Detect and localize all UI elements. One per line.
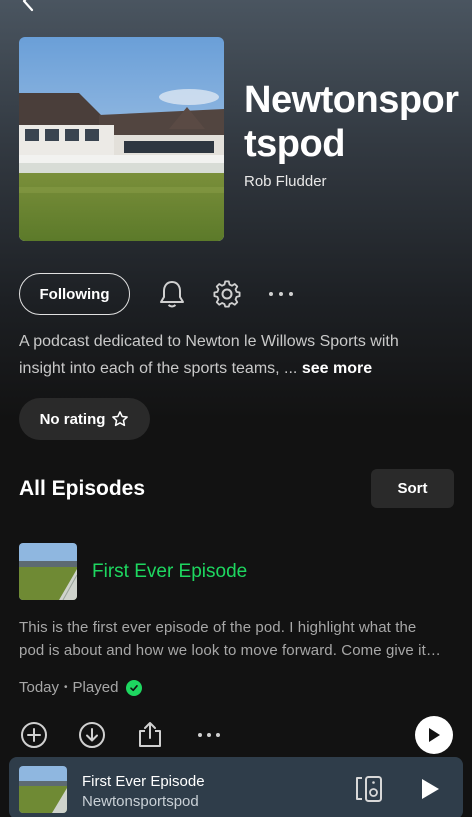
episode-description: This is the first ever episode of the po… (19, 619, 439, 659)
now-playing-title: First Ever Episode (82, 773, 205, 790)
back-button[interactable] (18, 0, 40, 12)
connect-device-button[interactable] (353, 773, 385, 805)
episode-more-button[interactable] (194, 725, 224, 745)
podcast-title: Newtonsportspod (244, 79, 459, 165)
see-more-link[interactable]: see more (302, 360, 372, 377)
bell-icon (160, 281, 184, 308)
play-icon (429, 728, 440, 742)
share-icon (139, 722, 161, 747)
episode-play-button[interactable] (415, 716, 453, 754)
episode-status: Played (72, 679, 119, 696)
following-button[interactable]: Following (19, 273, 130, 315)
notifications-button[interactable] (156, 278, 188, 310)
play-icon (422, 779, 439, 799)
meta-separator: • (64, 682, 68, 693)
episode-thumbnail[interactable] (19, 543, 77, 600)
now-playing-bar[interactable]: First Ever Episode Newtonsportspod (9, 757, 463, 817)
settings-button[interactable] (211, 278, 243, 310)
episode-meta: Today • Played (19, 679, 143, 696)
chevron-left-icon (22, 0, 34, 12)
episode-date: Today (19, 679, 60, 696)
now-playing-show: Newtonsportspod (82, 793, 199, 810)
plus-circle-icon (21, 722, 47, 748)
rating-label: No rating (39, 410, 106, 428)
download-icon (79, 722, 105, 748)
more-options-button[interactable] (266, 283, 296, 305)
add-to-playlist-button[interactable] (19, 720, 49, 750)
more-horizontal-icon (269, 292, 293, 296)
more-horizontal-icon (198, 733, 220, 737)
check-icon (126, 679, 143, 696)
podcast-author[interactable]: Rob Fludder (244, 173, 327, 190)
star-icon (112, 411, 129, 427)
devices-icon (356, 776, 382, 802)
podcast-cover-art (19, 37, 224, 241)
share-button[interactable] (135, 718, 165, 750)
podcast-description: A podcast dedicated to Newton le Willows… (19, 328, 449, 382)
rating-button[interactable]: No rating (19, 398, 150, 440)
gear-icon (213, 280, 241, 308)
mini-play-button[interactable] (415, 774, 445, 804)
episode-title[interactable]: First Ever Episode (92, 561, 247, 583)
now-playing-thumbnail (19, 766, 67, 813)
download-button[interactable] (77, 720, 107, 750)
all-episodes-heading: All Episodes (19, 477, 146, 500)
sort-button[interactable]: Sort (371, 469, 454, 508)
